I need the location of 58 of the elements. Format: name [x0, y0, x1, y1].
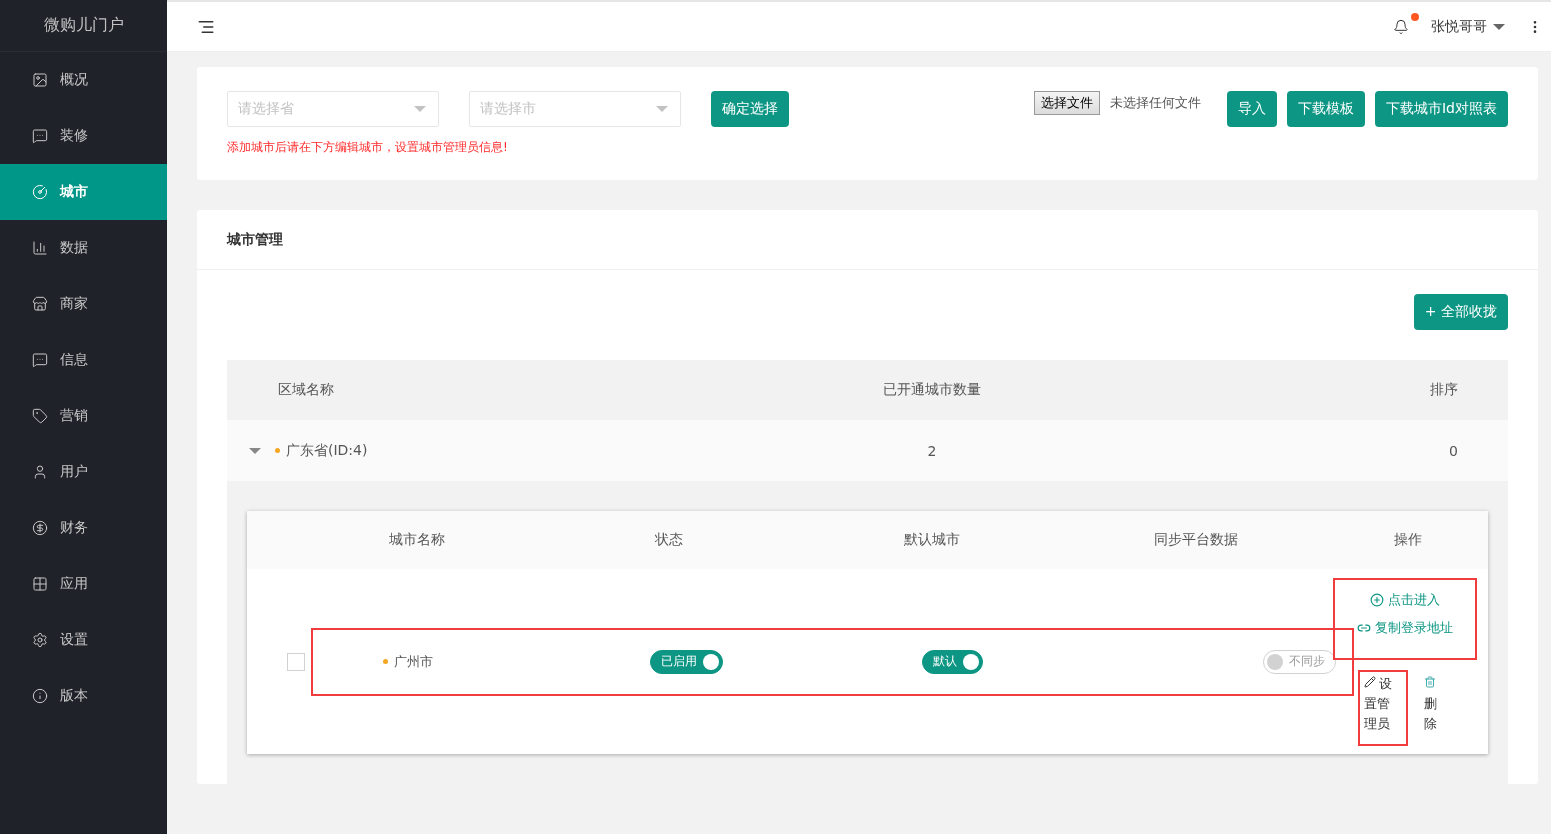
sidebar-item[interactable]: 概况	[0, 52, 167, 108]
gauge-icon	[32, 184, 48, 200]
action-link[interactable]: 点击进入	[1370, 589, 1440, 610]
column-header: 城市名称	[389, 531, 445, 547]
pencil-icon	[1364, 675, 1376, 688]
collapse-all-button[interactable]: + 全部收拢	[1413, 294, 1508, 330]
picture-icon	[32, 72, 48, 88]
action-link[interactable]: 复制登录地址	[1357, 617, 1453, 638]
sidebar-item[interactable]: 用户	[0, 444, 167, 500]
trash-icon	[1424, 675, 1436, 688]
bar-chart-icon	[32, 240, 48, 256]
column-header: 操作	[1394, 531, 1422, 547]
sidebar-item[interactable]: 营销	[0, 388, 167, 444]
column-header: 同步平台数据	[1154, 531, 1239, 547]
choose-file-button[interactable]: 选择文件	[1034, 91, 1100, 115]
sidebar-item[interactable]: 信息	[0, 332, 167, 388]
column-header: 区域名称	[278, 381, 334, 399]
store-icon	[32, 296, 48, 312]
column-header: 已开通城市数量	[883, 381, 981, 397]
table-cell: 2	[927, 442, 937, 459]
city-name: 广州市	[383, 652, 433, 671]
user-menu[interactable]: 张悦哥哥	[1431, 17, 1505, 36]
user-icon	[32, 464, 48, 480]
bell-icon[interactable]	[1393, 18, 1409, 35]
region-name: 广东省(ID:4)	[275, 441, 368, 460]
coin-icon	[32, 520, 48, 536]
card-title: 城市管理	[197, 210, 1538, 270]
toggle-switch[interactable]: 默认	[922, 649, 983, 674]
sidebar-item[interactable]: 商家	[0, 276, 167, 332]
action-link[interactable]: 设置管理员	[1358, 669, 1408, 746]
info-icon	[32, 688, 48, 704]
sidebar-item[interactable]: 版本	[0, 668, 167, 724]
table-cell: 0	[1449, 442, 1458, 459]
action-button[interactable]: 下载模板	[1287, 91, 1365, 127]
grid-icon	[32, 576, 48, 592]
action-link[interactable]: 删除	[1418, 669, 1452, 746]
row-checkbox[interactable]	[287, 652, 305, 671]
hint-text: 添加城市后请在下方编辑城市，设置城市管理员信息!	[227, 139, 509, 156]
sidebar-item[interactable]: 应用	[0, 556, 167, 612]
expand-toggle-icon[interactable]	[249, 447, 261, 454]
sidebar-item[interactable]: 财务	[0, 500, 167, 556]
tag-icon	[32, 408, 48, 424]
toggle-switch[interactable]: 已启用	[649, 649, 723, 674]
action-button[interactable]: 下载城市Id对照表	[1375, 91, 1508, 127]
sidebar-item[interactable]: 城市	[0, 164, 167, 220]
chat-icon	[32, 352, 48, 368]
column-header: 默认城市	[904, 531, 961, 547]
confirm-button[interactable]: 确定选择	[711, 91, 789, 127]
sidebar-item[interactable]: 设置	[0, 612, 167, 668]
chat-icon	[32, 128, 48, 144]
sidebar-item[interactable]: 装修	[0, 108, 167, 164]
settings-icon	[32, 632, 48, 648]
column-header: 排序	[1430, 381, 1458, 399]
plus-circle-icon	[1370, 592, 1384, 607]
column-header: 状态	[654, 531, 683, 547]
file-status: 未选择任何文件	[1110, 94, 1201, 112]
action-button[interactable]: 导入	[1227, 91, 1277, 127]
sidebar-item[interactable]: 数据	[0, 220, 167, 276]
